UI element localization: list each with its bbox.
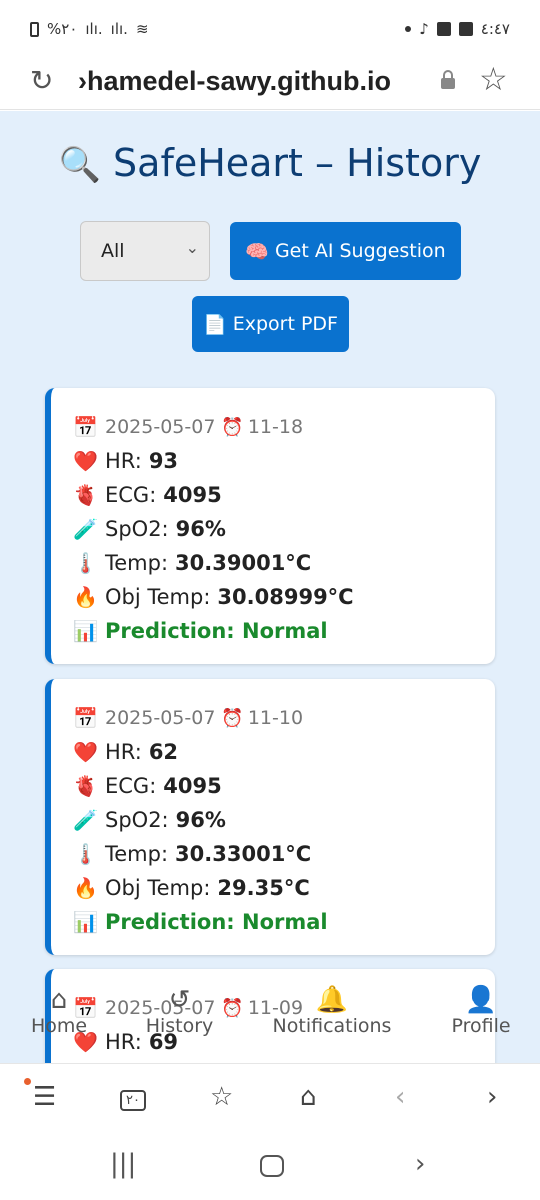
document-icon: 📄 <box>203 313 227 336</box>
chevron-down-icon: ⌄ <box>185 238 199 257</box>
recents-icon[interactable]: ||| <box>110 1149 136 1179</box>
back-button-icon[interactable]: › <box>415 1149 425 1179</box>
tabs-icon[interactable]: ٢٠ <box>120 1090 146 1111</box>
chart-icon: 📊 <box>73 910 98 934</box>
wifi-icon: ≋ <box>135 20 149 38</box>
person-icon: 👤 <box>464 985 498 1015</box>
record-datetime: 📅 2025-05-07 ⏰ 11-18 <box>73 415 304 439</box>
calendar-icon: 📅 <box>73 415 98 439</box>
hr-row: ❤️ HR: 62 <box>73 740 179 764</box>
clock: ٤:٤٧ <box>480 20 510 38</box>
calendar-icon: 📅 <box>73 706 98 730</box>
alarm-icon: ⏰ <box>221 416 244 438</box>
page-content: 🔍 SafeHeart – History All ⌄ 🧠 Get AI Sugg… <box>0 111 540 1063</box>
tiktok-icon: ♪ <box>419 20 429 38</box>
gallery-icon <box>458 22 473 36</box>
history-card: 📅 2025-05-07 ⏰ 11-10 ❤️ HR: 62 🫀 ECG: 4095 🧪… <box>45 679 495 955</box>
check-icon <box>436 22 451 36</box>
spo2-row: 🧪 SpO2: 96% <box>73 808 226 832</box>
chart-icon: 📊 <box>73 619 98 643</box>
temp-row: 🌡️ Temp: 30.33001°C <box>73 842 312 866</box>
record-datetime: 📅 2025-05-07 ⏰ 11-10 <box>73 706 304 730</box>
browser-toolbar: ☰ ٢٠ ☆ ⌂ ‹ › <box>0 1063 540 1135</box>
ecg-row: 🫀ECG:4095 <box>73 483 222 507</box>
magnifier-icon: 🔍 <box>58 145 102 185</box>
export-pdf-button[interactable]: 📄 Export PDF <box>192 296 349 352</box>
obj-temp-row: 🔥 Obj Temp: 30.08999°C <box>73 585 354 609</box>
bottom-nav: ⌂ Home ↺ History 🔔 Notifications 👤 Profi… <box>0 985 540 1045</box>
battery-level: %٢٠ <box>47 20 78 38</box>
url-text[interactable]: ›hamedel-sawy.github.io <box>78 66 391 97</box>
prediction-row: 📊 Prediction: Normal <box>73 910 328 934</box>
lock-icon <box>441 70 455 89</box>
notification-dot-icon <box>405 26 412 32</box>
bell-icon: 🔔 <box>315 985 349 1015</box>
test-tube-icon: 🧪 <box>73 808 98 832</box>
home-icon: ⌂ <box>50 985 68 1015</box>
signal-icon: ılı. <box>85 20 103 38</box>
thermometer-icon: 🌡️ <box>73 842 98 866</box>
temp-row: 🌡️ Temp: 30.39001°C <box>73 551 312 575</box>
home-icon[interactable]: ⌂ <box>300 1082 317 1112</box>
nav-notifications[interactable]: 🔔 Notifications <box>268 985 396 1037</box>
hr-row: ❤️ HR: 93 <box>73 449 179 473</box>
anatomical-heart-icon: 🫀 <box>73 774 98 798</box>
anatomical-heart-icon: 🫀 <box>73 483 98 507</box>
spo2-row: 🧪 SpO2: 96% <box>73 517 226 541</box>
prediction-row: 📊 Prediction: Normal <box>73 619 328 643</box>
test-tube-icon: 🧪 <box>73 517 98 541</box>
heart-icon: ❤️ <box>73 449 98 473</box>
status-bar: %٢٠ ılı. ılı. ≋ ♪ ٤:٤٧ <box>0 0 540 58</box>
signal-icon: ılı. <box>110 20 128 38</box>
thermometer-icon: 🌡️ <box>73 551 98 575</box>
nav-home[interactable]: ⌂ Home <box>28 985 90 1037</box>
reload-icon[interactable]: ↻ <box>30 64 53 97</box>
star-icon[interactable]: ☆ <box>479 60 508 98</box>
bookmark-icon[interactable]: ☆ <box>210 1082 233 1112</box>
filter-select[interactable]: All ⌄ <box>80 221 210 281</box>
battery-icon <box>30 21 39 37</box>
ecg-row: 🫀ECG:4095 <box>73 774 222 798</box>
history-card: 📅 2025-05-07 ⏰ 11-18 ❤️ HR: 93 🫀 ECG: 4095 🧪… <box>45 388 495 664</box>
ai-suggestion-button[interactable]: 🧠 Get AI Suggestion <box>230 222 461 280</box>
system-nav: ||| › <box>0 1135 540 1200</box>
forward-icon[interactable]: › <box>487 1082 497 1112</box>
fire-icon: 🔥 <box>73 876 98 900</box>
brain-icon: 🧠 <box>245 240 269 263</box>
address-bar[interactable]: ↻ ›hamedel-sawy.github.io ☆ <box>0 58 540 110</box>
nav-profile[interactable]: 👤 Profile <box>448 985 514 1037</box>
fire-icon: 🔥 <box>73 585 98 609</box>
update-badge <box>24 1078 31 1085</box>
alarm-icon: ⏰ <box>221 707 244 729</box>
home-button-icon[interactable] <box>260 1155 284 1177</box>
nav-history[interactable]: ↺ History <box>142 985 217 1037</box>
back-icon[interactable]: ‹ <box>395 1082 405 1112</box>
filter-value: All <box>101 240 125 262</box>
history-icon: ↺ <box>168 985 191 1015</box>
obj-temp-row: 🔥 Obj Temp: 29.35°C <box>73 876 310 900</box>
heart-icon: ❤️ <box>73 740 98 764</box>
page-title: 🔍 SafeHeart – History <box>58 141 482 185</box>
menu-icon[interactable]: ☰ <box>33 1082 56 1112</box>
